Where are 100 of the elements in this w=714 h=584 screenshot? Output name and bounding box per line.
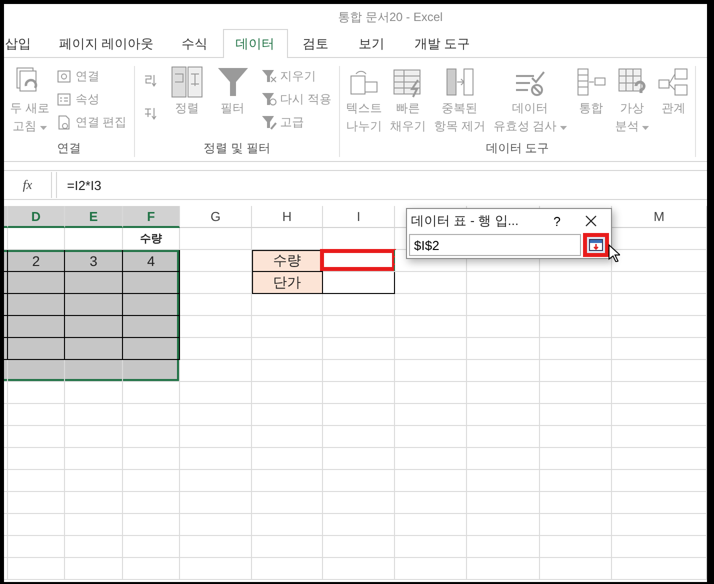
table-cell bbox=[395, 492, 467, 514]
table-cell bbox=[252, 404, 323, 426]
table-cell bbox=[323, 470, 395, 492]
table-cell: 3 bbox=[65, 250, 123, 272]
table-cell bbox=[180, 448, 252, 470]
help-button[interactable]: ? bbox=[545, 214, 569, 228]
consolidate-icon bbox=[575, 66, 608, 98]
table-cell bbox=[123, 404, 180, 426]
table-cell bbox=[65, 404, 123, 426]
sort-icon bbox=[171, 66, 204, 98]
table-cell bbox=[252, 426, 323, 448]
table-cell bbox=[8, 558, 65, 580]
filter-icon bbox=[216, 66, 249, 98]
table-cell bbox=[323, 558, 395, 580]
collapse-icon bbox=[589, 239, 603, 251]
ribbon-tab[interactable]: 데이터 bbox=[222, 29, 288, 58]
table-cell bbox=[8, 382, 65, 404]
column-header[interactable] bbox=[4, 206, 8, 228]
table-cell bbox=[540, 492, 612, 514]
table-cell bbox=[540, 448, 612, 470]
table-cell bbox=[65, 470, 123, 492]
table-cell bbox=[395, 470, 467, 492]
table-cell bbox=[65, 382, 123, 404]
table-cell bbox=[323, 404, 395, 426]
table-cell bbox=[8, 514, 65, 536]
table-cell bbox=[123, 426, 180, 448]
column-header[interactable]: I bbox=[323, 206, 395, 228]
table-cell bbox=[540, 470, 612, 492]
sort-up-icon bbox=[142, 73, 159, 89]
table-cell bbox=[323, 492, 395, 514]
label-cell: 단가 bbox=[252, 272, 323, 294]
table-cell bbox=[252, 536, 323, 558]
sort-down-icon bbox=[142, 106, 159, 122]
table-cell bbox=[323, 536, 395, 558]
table-cell bbox=[252, 492, 323, 514]
table-cell bbox=[123, 382, 180, 404]
table-cell bbox=[8, 404, 65, 426]
link-icon bbox=[56, 68, 72, 84]
table-cell bbox=[252, 470, 323, 492]
table-cell bbox=[65, 448, 123, 470]
table-cell bbox=[252, 382, 323, 404]
table-cell bbox=[395, 404, 467, 426]
table-cell bbox=[123, 558, 180, 580]
table-cell bbox=[395, 536, 467, 558]
clear-filter-icon bbox=[260, 68, 277, 84]
table-cell bbox=[180, 382, 252, 404]
table-cell bbox=[395, 426, 467, 448]
function-label: fx bbox=[4, 172, 52, 198]
table-cell bbox=[540, 514, 612, 536]
table-cell bbox=[323, 448, 395, 470]
table-cell bbox=[252, 558, 323, 580]
table-cell: 수량 bbox=[123, 228, 180, 250]
table-cell: 2 bbox=[8, 250, 65, 272]
group-label: 정렬 및 필터 bbox=[202, 140, 272, 157]
table-cell bbox=[8, 448, 65, 470]
table-cell bbox=[323, 382, 395, 404]
table-cell bbox=[8, 426, 65, 448]
table-cell bbox=[395, 558, 467, 580]
dialog-title: 데이터 표 - 행 입... bbox=[411, 212, 519, 230]
group-label: 데이터 도구 bbox=[484, 140, 550, 157]
table-cell bbox=[180, 426, 252, 448]
table-cell bbox=[540, 536, 612, 558]
table-cell bbox=[395, 514, 467, 536]
close-icon bbox=[585, 215, 597, 227]
table-cell bbox=[65, 492, 123, 514]
column-header[interactable]: G bbox=[180, 206, 252, 228]
table-cell bbox=[395, 382, 467, 404]
table-cell bbox=[180, 404, 252, 426]
table-cell bbox=[180, 558, 252, 580]
window-title: 통합 문서20 - Excel bbox=[338, 8, 443, 26]
table-cell bbox=[540, 426, 612, 448]
table-cell bbox=[323, 514, 395, 536]
advanced-icon bbox=[260, 114, 277, 130]
column-header[interactable]: M bbox=[612, 206, 707, 228]
table-cell bbox=[323, 426, 395, 448]
input-field[interactable]: $I$2 bbox=[409, 234, 581, 256]
table-cell bbox=[123, 492, 180, 514]
reapply-icon bbox=[260, 91, 277, 107]
column-header[interactable]: E bbox=[65, 206, 123, 228]
table-cell bbox=[540, 382, 612, 404]
remove-duplicates-icon bbox=[444, 66, 476, 98]
column-header[interactable]: D bbox=[8, 206, 65, 228]
table-cell bbox=[8, 492, 65, 514]
table-cell bbox=[252, 514, 323, 536]
table-cell bbox=[65, 536, 123, 558]
table-cell bbox=[540, 404, 612, 426]
table-cell bbox=[123, 470, 180, 492]
table-cell bbox=[395, 448, 467, 470]
table-cell bbox=[123, 448, 180, 470]
table-cell bbox=[123, 514, 180, 536]
table-cell bbox=[180, 492, 252, 514]
column-header[interactable]: H bbox=[252, 206, 323, 228]
table-cell bbox=[540, 558, 612, 580]
properties-icon bbox=[56, 91, 72, 107]
column-header[interactable]: F bbox=[123, 206, 180, 228]
collapse-button[interactable] bbox=[583, 233, 609, 257]
table-cell bbox=[65, 514, 123, 536]
table-cell bbox=[180, 514, 252, 536]
table-cell bbox=[8, 470, 65, 492]
table-cell bbox=[8, 536, 65, 558]
